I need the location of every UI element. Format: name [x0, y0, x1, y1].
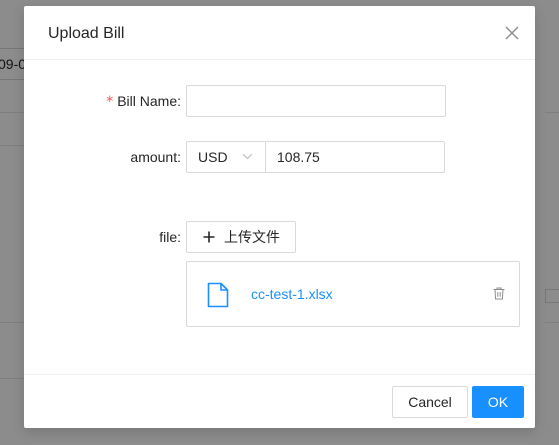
modal-title: Upload Bill — [48, 25, 125, 42]
file-label: file: — [159, 221, 181, 253]
delete-file-button[interactable] — [493, 287, 505, 303]
modal-header: Upload Bill — [24, 6, 535, 60]
amount-label: amount: — [130, 141, 181, 173]
uploaded-file-item: cc-test-1.xlsx — [186, 261, 520, 327]
bill-name-label: * Bill Name: — [106, 85, 181, 117]
currency-selected-value: USD — [198, 149, 228, 165]
amount-label-text: amount — [130, 149, 178, 165]
delete-icon — [493, 287, 505, 300]
modal-footer: Cancel OK — [24, 374, 535, 428]
bill-name-input[interactable] — [186, 85, 446, 117]
file-label-text: file — [159, 229, 178, 245]
currency-select[interactable]: USD — [186, 141, 266, 173]
label-colon: : — [177, 149, 181, 165]
label-colon: : — [177, 229, 181, 245]
plus-icon — [203, 231, 215, 243]
required-mark: * — [106, 94, 114, 110]
ok-button[interactable]: OK — [472, 386, 524, 418]
bill-name-label-text: Bill Name — [117, 93, 178, 109]
file-icon — [207, 282, 229, 308]
form-row-amount: amount: USD 108.75 — [24, 141, 535, 173]
label-colon: : — [177, 93, 181, 109]
upload-file-button[interactable]: 上传文件 — [186, 221, 296, 253]
form-row-file: file: 上传文件 — [24, 221, 535, 253]
upload-bill-modal: Upload Bill * Bill Name: amount: USD 108.… — [24, 6, 535, 428]
upload-file-label: 上传文件 — [224, 229, 280, 245]
uploaded-file-name[interactable]: cc-test-1.xlsx — [251, 284, 333, 304]
close-button[interactable] — [499, 20, 525, 46]
amount-input[interactable]: 108.75 — [265, 141, 445, 173]
form-row-bill-name: * Bill Name: — [24, 85, 535, 117]
close-icon — [505, 26, 519, 40]
chevron-down-icon — [242, 153, 253, 160]
cancel-button[interactable]: Cancel — [392, 386, 468, 418]
